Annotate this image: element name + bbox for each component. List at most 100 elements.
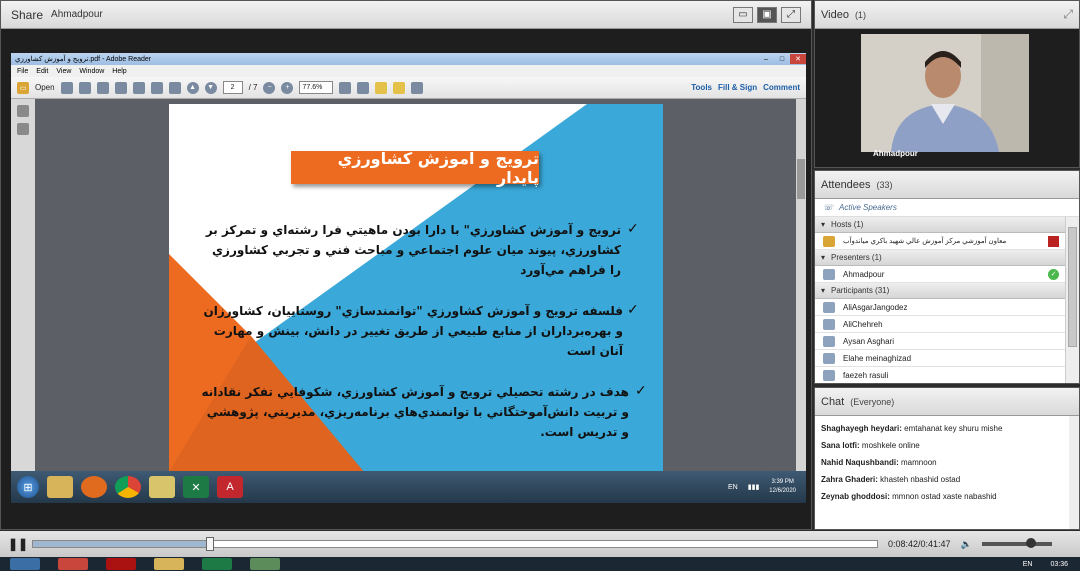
menu-edit[interactable]: Edit bbox=[36, 68, 48, 75]
close-icon[interactable]: ✕ bbox=[790, 54, 806, 64]
tools-link[interactable]: Tools bbox=[691, 83, 712, 92]
excel-icon[interactable]: ✕ bbox=[183, 476, 209, 498]
zoom-select[interactable]: 77.6% bbox=[299, 81, 334, 94]
tray-time: 3:39 PM bbox=[771, 479, 794, 485]
firefox-icon[interactable] bbox=[81, 476, 107, 498]
list-item[interactable]: معاون آموزشي مركز آموزش عالي شهيد باكري … bbox=[815, 233, 1065, 250]
video-name-label: Ahmadpour bbox=[873, 149, 918, 158]
save-icon[interactable] bbox=[132, 81, 145, 94]
fill-sign-link[interactable]: Fill & Sign bbox=[718, 83, 757, 92]
list-item[interactable]: AliAsgarJangodez bbox=[815, 299, 1065, 316]
system-tray: EN ▮▮▮ 3:39 PM 12/6/2020 bbox=[728, 478, 796, 496]
chrome-icon[interactable] bbox=[58, 558, 88, 570]
fit-to-width-icon[interactable]: ▭ bbox=[733, 6, 753, 23]
highlight-icon[interactable] bbox=[393, 81, 406, 94]
comment-icon[interactable] bbox=[375, 81, 388, 94]
explorer-icon[interactable] bbox=[47, 476, 73, 498]
attendee-name: Aysan Asghari bbox=[843, 336, 894, 346]
fullscreen-icon[interactable]: ⤢ bbox=[781, 6, 801, 23]
attachments-icon[interactable] bbox=[17, 123, 29, 135]
pause-icon[interactable]: ❚❚ bbox=[8, 537, 28, 551]
email-icon[interactable] bbox=[168, 81, 181, 94]
pages-panel-icon[interactable] bbox=[17, 105, 29, 117]
fullscreen-icon[interactable]: ⤢ bbox=[1063, 7, 1073, 22]
print-icon[interactable] bbox=[150, 81, 163, 94]
cloud-icon[interactable] bbox=[114, 81, 127, 94]
bullet-check-icon: ✓ bbox=[635, 382, 647, 398]
volume-icon[interactable]: 🔈 bbox=[961, 539, 972, 550]
open-button[interactable]: Open bbox=[35, 83, 55, 92]
attendee-scroll-thumb[interactable] bbox=[1068, 227, 1077, 347]
presenter-name: Ahmadpour bbox=[51, 9, 103, 20]
attendee-name: faezeh rasuli bbox=[843, 370, 889, 380]
page-up-icon[interactable]: ▲ bbox=[186, 81, 199, 94]
chat-sender: Nahid Naqushbandi: bbox=[821, 458, 899, 467]
share-pod-title: Share bbox=[11, 7, 44, 22]
chat-message: Zeynab ghoddosi: mmnon ostad xaste nabas… bbox=[821, 492, 1073, 501]
acrobat-icon[interactable]: A bbox=[217, 476, 243, 498]
slide-title: ترويج و آموزش كشاورزي پايدار bbox=[291, 149, 539, 187]
chat-pod-header: Chat (Everyone) bbox=[815, 388, 1079, 416]
zoom-in-icon[interactable]: + bbox=[281, 81, 294, 94]
start-icon[interactable] bbox=[10, 558, 40, 570]
language-indicator[interactable]: EN bbox=[728, 484, 738, 491]
reader-menu-bar: File Edit View Window Help bbox=[11, 65, 806, 77]
volume-handle[interactable] bbox=[1025, 538, 1036, 548]
active-speakers-row[interactable]: ☏ Active Speakers bbox=[815, 199, 1079, 217]
attendee-scrollbar[interactable] bbox=[1065, 217, 1079, 383]
explorer-icon[interactable] bbox=[154, 558, 184, 570]
menu-file[interactable]: File bbox=[17, 68, 28, 75]
fit-page-icon[interactable] bbox=[339, 81, 352, 94]
attendee-name: AliAsgarJangodez bbox=[843, 302, 908, 312]
shared-screen: ترويج و آموزش كشاورزي.pdf - Adobe Reader… bbox=[11, 53, 806, 503]
excel-icon[interactable] bbox=[202, 558, 232, 570]
reader-scrollbar[interactable] bbox=[796, 99, 806, 471]
reader-scroll-thumb[interactable] bbox=[797, 159, 805, 199]
list-item[interactable]: AliChehreh bbox=[815, 316, 1065, 333]
create-pdf-icon[interactable] bbox=[60, 81, 73, 94]
host-clock[interactable]: 03:36 bbox=[1050, 561, 1068, 568]
seek-bar[interactable] bbox=[32, 537, 878, 551]
presenters-group-header[interactable]: ▾ Presenters (1) bbox=[815, 250, 1065, 266]
folder-icon[interactable]: ▭ bbox=[17, 81, 29, 94]
start-icon[interactable]: ⊞ bbox=[17, 476, 39, 498]
full-view-icon[interactable]: ▣ bbox=[757, 6, 777, 23]
chat-scope[interactable]: (Everyone) bbox=[850, 397, 894, 407]
page-number-input[interactable]: 2 bbox=[222, 81, 243, 94]
list-item[interactable]: Ahmadpour ✓ bbox=[815, 266, 1065, 283]
seek-handle[interactable] bbox=[206, 537, 215, 551]
host-icon bbox=[823, 235, 835, 247]
chat-sender: Zeynab ghoddosi: bbox=[821, 492, 890, 501]
list-item[interactable]: Aysan Asghari bbox=[815, 333, 1065, 350]
page-down-icon[interactable]: ▼ bbox=[204, 81, 217, 94]
menu-view[interactable]: View bbox=[56, 68, 71, 75]
minimize-icon[interactable]: – bbox=[758, 54, 774, 64]
guest-windows-taskbar: ⊞ ✕ A EN ▮▮▮ 3:39 PM 12/6/2020 bbox=[11, 471, 806, 503]
chrome-icon[interactable] bbox=[115, 476, 141, 498]
maximize-icon[interactable]: □ bbox=[774, 54, 790, 64]
edit-icon[interactable] bbox=[78, 81, 91, 94]
read-mode-icon[interactable] bbox=[411, 81, 424, 94]
sign-icon[interactable] bbox=[96, 81, 109, 94]
list-item[interactable]: faezeh rasuli bbox=[815, 367, 1065, 383]
comment-link[interactable]: Comment bbox=[763, 83, 800, 92]
fit-width-icon[interactable] bbox=[357, 81, 370, 94]
list-item[interactable]: Elahe meinaghizad bbox=[815, 350, 1065, 367]
menu-window[interactable]: Window bbox=[79, 68, 104, 75]
participants-group-header[interactable]: ▾ Participants (31) bbox=[815, 283, 1065, 299]
acrobat-icon[interactable] bbox=[106, 558, 136, 570]
volume-slider[interactable] bbox=[981, 538, 1052, 548]
collapse-icon: ▾ bbox=[821, 220, 826, 229]
collapse-icon: ▾ bbox=[821, 286, 826, 295]
signal-icon[interactable]: ▮▮▮ bbox=[748, 483, 760, 491]
zoom-out-icon[interactable]: − bbox=[263, 81, 276, 94]
app-icon[interactable] bbox=[250, 558, 280, 570]
slide-bullet-3: هدف در رشته تحصيلي ترويج و آموزش كشاورزي… bbox=[201, 385, 629, 439]
host-language[interactable]: EN bbox=[1023, 561, 1033, 568]
folder-icon[interactable] bbox=[149, 476, 175, 498]
tray-clock[interactable]: 3:39 PM 12/6/2020 bbox=[769, 478, 796, 496]
chat-scrollbar[interactable] bbox=[1069, 416, 1079, 529]
reader-window-title: ترويج و آموزش كشاورزي.pdf - Adobe Reader… bbox=[11, 53, 806, 65]
hosts-group-header[interactable]: ▾ Hosts (1) bbox=[815, 217, 1065, 233]
menu-help[interactable]: Help bbox=[112, 68, 126, 75]
